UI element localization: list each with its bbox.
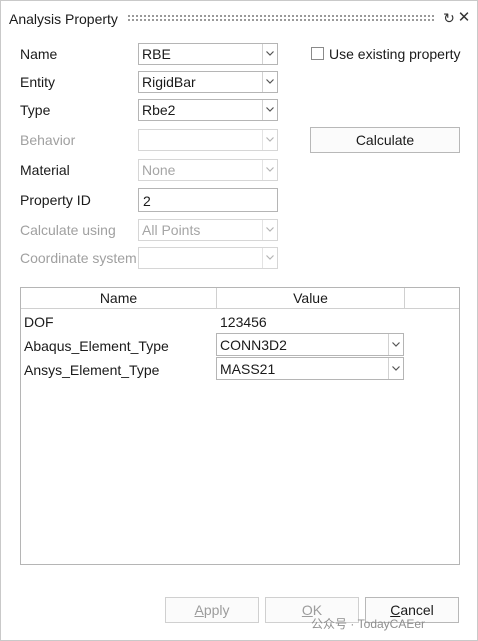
use-existing-checkbox[interactable]	[311, 47, 324, 60]
coordinate-system-label: Coordinate system	[20, 250, 137, 266]
analysis-property-dialog: Analysis Property ↻ ✕ Name RBE Use exist…	[0, 0, 478, 641]
apply-mnemonic: A	[194, 602, 204, 618]
dialog-title: Analysis Property	[9, 11, 118, 27]
entity-label: Entity	[20, 74, 56, 90]
column-header-name[interactable]: Name	[21, 290, 216, 306]
name-combo[interactable]: RBE	[138, 43, 278, 65]
behavior-label: Behavior	[20, 132, 76, 148]
chevron-down-icon	[262, 130, 277, 150]
use-existing-label[interactable]: Use existing property	[329, 46, 461, 62]
row-name-ansys: Ansys_Element_Type	[24, 362, 160, 378]
entity-value: RigidBar	[142, 74, 196, 90]
material-label: Material	[20, 162, 70, 178]
chevron-down-icon[interactable]	[262, 100, 277, 120]
column-header-value[interactable]: Value	[217, 290, 404, 306]
apply-label: pply	[203, 602, 230, 618]
type-combo[interactable]: Rbe2	[138, 99, 278, 121]
apply-button: Apply	[165, 597, 259, 623]
title-bar[interactable]: Analysis Property ↻ ✕	[1, 1, 477, 37]
chevron-down-icon[interactable]	[388, 358, 403, 379]
row-value-dof[interactable]: 123456	[220, 314, 267, 330]
chevron-down-icon[interactable]	[262, 72, 277, 92]
chevron-down-icon[interactable]	[388, 334, 403, 355]
calculate-using-value: All Points	[142, 222, 201, 238]
property-id-field[interactable]: 2	[138, 188, 278, 212]
chevron-down-icon[interactable]	[262, 44, 277, 64]
chevron-down-icon	[262, 160, 277, 180]
behavior-combo	[138, 129, 278, 151]
watermark-text: 公众号 · TodayCAEer	[311, 617, 426, 631]
property-id-label: Property ID	[20, 192, 91, 208]
row-name-abaqus: Abaqus_Element_Type	[24, 338, 169, 354]
entity-combo[interactable]: RigidBar	[138, 71, 278, 93]
type-value: Rbe2	[142, 102, 176, 118]
chevron-down-icon	[262, 248, 277, 268]
abaqus-element-type-value: CONN3D2	[220, 337, 287, 353]
close-icon[interactable]: ✕	[457, 9, 471, 27]
column-divider[interactable]	[404, 288, 405, 309]
drag-grip[interactable]	[127, 14, 435, 23]
name-label: Name	[20, 46, 58, 62]
abaqus-element-type-combo[interactable]: CONN3D2	[216, 333, 404, 356]
calculate-button[interactable]: Calculate	[310, 127, 460, 153]
ansys-element-type-value: MASS21	[220, 361, 276, 377]
row-name-dof: DOF	[24, 314, 54, 330]
ansys-element-type-combo[interactable]: MASS21	[216, 357, 404, 380]
calculate-using-label: Calculate using	[20, 222, 116, 238]
name-value: RBE	[142, 46, 171, 62]
material-value: None	[142, 162, 176, 178]
property-id-value: 2	[143, 193, 151, 209]
type-label: Type	[20, 102, 51, 118]
chevron-down-icon	[262, 220, 277, 240]
calculate-using-combo: All Points	[138, 219, 278, 241]
table-header: Name Value	[21, 288, 459, 309]
material-combo: None	[138, 159, 278, 181]
restore-icon[interactable]: ↻	[442, 9, 456, 27]
coordinate-system-combo	[138, 247, 278, 269]
property-table: Name Value DOF 123456 Abaqus_Element_Typ…	[20, 287, 460, 565]
